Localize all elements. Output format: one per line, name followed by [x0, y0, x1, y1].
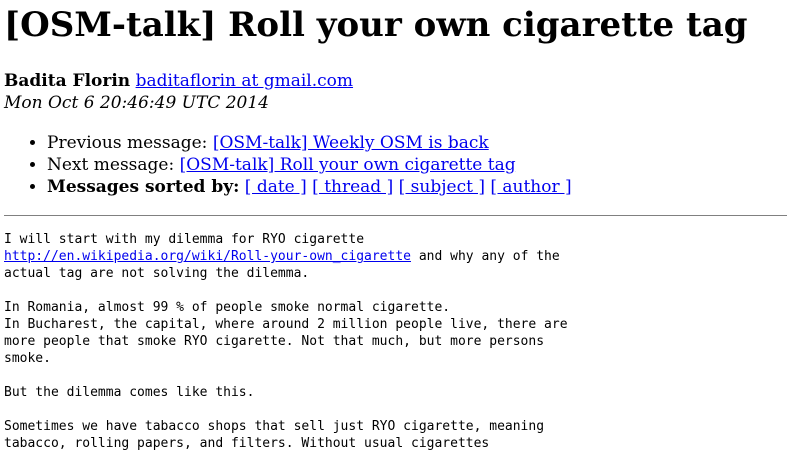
message-page: [OSM-talk] Roll your own cigarette tag B…	[0, 0, 787, 452]
body-line: In Bucharest, the capital, where around …	[4, 317, 568, 332]
sort-by-author-link[interactable]: [ author ]	[490, 177, 571, 197]
next-message-item: Next message: [OSM-talk] Roll your own c…	[47, 154, 783, 176]
next-message-link[interactable]: [OSM-talk] Roll your own cigarette tag	[180, 155, 516, 175]
body-line: tabacco, rolling papers, and filters. Wi…	[4, 436, 490, 451]
sort-by-date-link[interactable]: [ date ]	[245, 177, 307, 197]
message-body: I will start with my dilemma for RYO cig…	[4, 231, 783, 452]
body-line: actual tag are not solving the dilemma.	[4, 266, 310, 281]
previous-message-label: Previous message:	[47, 133, 208, 153]
sort-by-subject-link[interactable]: [ subject ]	[399, 177, 485, 197]
body-line: more people that smoke RYO cigarette. No…	[4, 334, 545, 349]
previous-message-link[interactable]: [OSM-talk] Weekly OSM is back	[213, 133, 489, 153]
wikipedia-link[interactable]: http://en.wikipedia.org/wiki/Roll-your-o…	[4, 249, 411, 264]
message-navigation: Previous message: [OSM-talk] Weekly OSM …	[4, 132, 783, 198]
body-line: Sometimes we have tabacco shops that sel…	[4, 419, 545, 434]
body-line: But the dilemma comes like this.	[4, 385, 255, 400]
body-line: smoke.	[4, 351, 51, 366]
body-line: In Romania, almost 99 % of people smoke …	[4, 300, 451, 315]
message-title: [OSM-talk] Roll your own cigarette tag	[4, 5, 748, 45]
sort-options-label: Messages sorted by:	[47, 177, 240, 197]
message-date: Mon Oct 6 20:46:49 UTC 2014	[4, 93, 270, 113]
separator-rule	[4, 215, 787, 216]
sort-by-thread-link[interactable]: [ thread ]	[312, 177, 393, 197]
sort-options-item: Messages sorted by: [ date ] [ thread ] …	[47, 176, 783, 198]
body-line: and why any of the	[411, 249, 560, 264]
author-block: Badita Florin baditaflorin at gmail.com …	[4, 70, 783, 114]
author-email-link[interactable]: baditaflorin at gmail.com	[136, 71, 353, 91]
next-message-label: Next message:	[47, 155, 175, 175]
body-line: I will start with my dilemma for RYO cig…	[4, 232, 365, 247]
previous-message-item: Previous message: [OSM-talk] Weekly OSM …	[47, 132, 783, 154]
author-name: Badita Florin	[4, 71, 131, 91]
